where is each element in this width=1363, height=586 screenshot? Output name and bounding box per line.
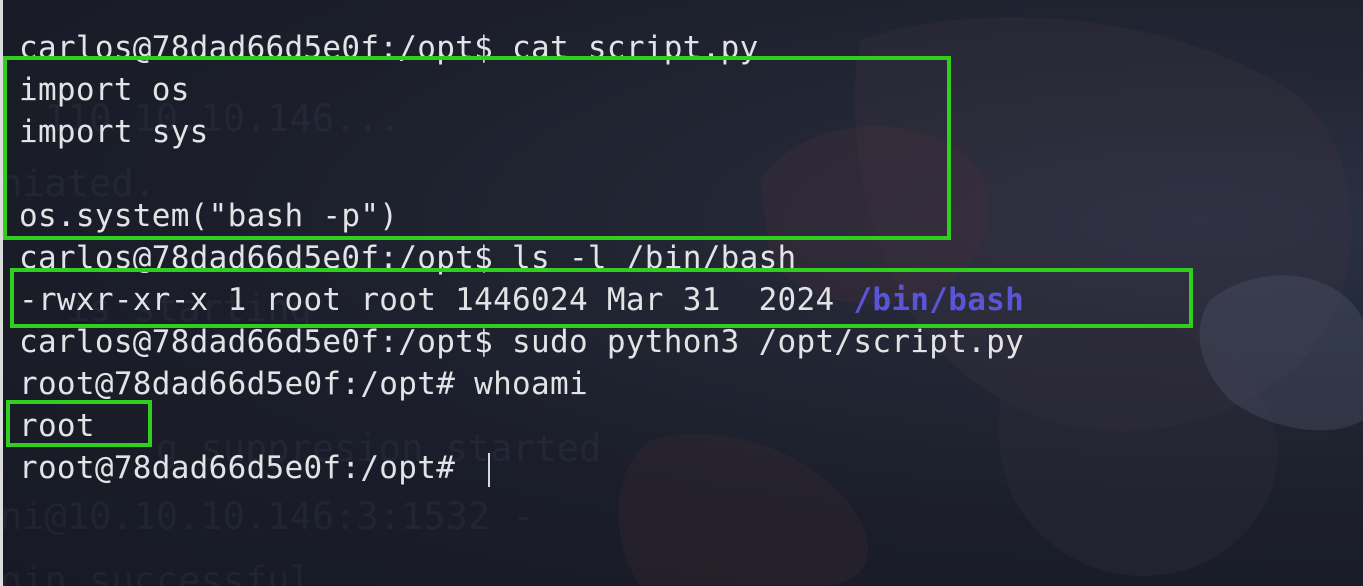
terminal-line-prompt[interactable]: root@78dad66d5e0f:/opt#	[19, 447, 1024, 489]
ghost-text-6: gin successful	[0, 559, 312, 586]
root-prompt: root@78dad66d5e0f:/opt#	[19, 450, 475, 486]
terminal-line-root-output: root	[19, 408, 95, 444]
highlight-box-bash-perms	[10, 268, 1193, 328]
terminal-window[interactable]: 110.10.10.146... niated. is starting g s…	[0, 0, 1363, 586]
highlight-box-root	[6, 400, 152, 447]
terminal-line-whoami: root@78dad66d5e0f:/opt# whoami	[19, 366, 588, 402]
text-cursor	[488, 452, 491, 487]
highlight-box-script	[3, 56, 951, 240]
ghost-text-5: ni@10.10.10.146:3:1532 -	[0, 495, 535, 538]
